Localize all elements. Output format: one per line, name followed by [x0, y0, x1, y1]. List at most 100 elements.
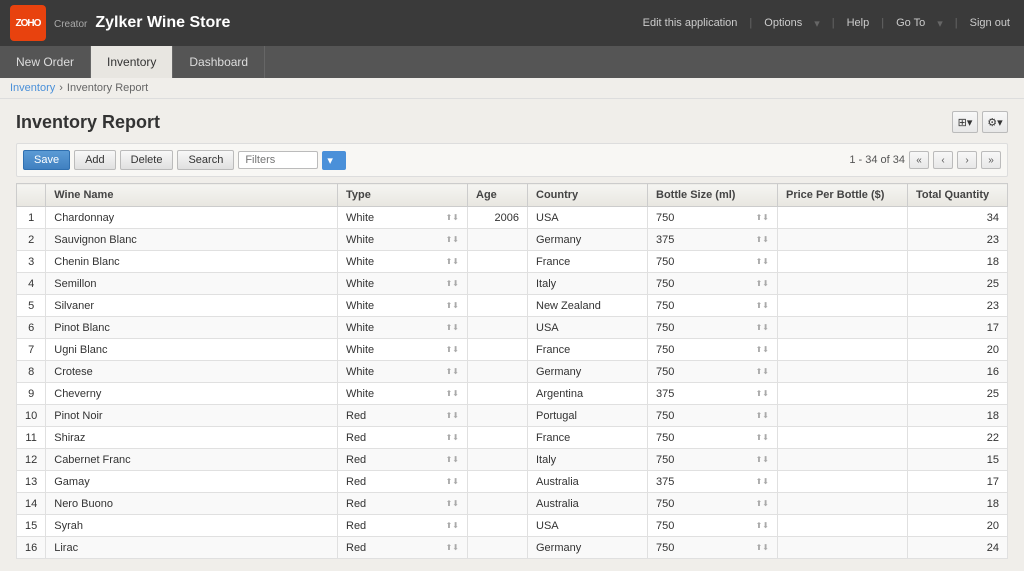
col-header-price: Price Per Bottle ($): [778, 184, 908, 207]
row-country: France: [528, 427, 648, 449]
creator-label: Creator: [54, 19, 87, 30]
app-title: Zylker Wine Store: [95, 14, 230, 32]
row-type: Red⬆⬇: [338, 471, 468, 493]
options-menu[interactable]: Options: [760, 15, 806, 31]
table-row: 4SemillonWhite⬆⬇Italy750⬆⬇25: [17, 273, 1008, 295]
row-type: White⬆⬇: [338, 273, 468, 295]
filter-dropdown[interactable]: ▾: [322, 151, 346, 170]
nav-item-new-order[interactable]: New Order: [0, 46, 91, 78]
row-country: USA: [528, 207, 648, 229]
row-country: Germany: [528, 537, 648, 559]
next-page-btn[interactable]: ›: [957, 151, 977, 169]
pagination-info: 1 - 34 of 34: [849, 154, 905, 166]
row-num: 6: [17, 317, 46, 339]
table-row: 8CroteseWhite⬆⬇Germany750⬆⬇16: [17, 361, 1008, 383]
row-qty: 25: [908, 273, 1008, 295]
row-qty: 24: [908, 537, 1008, 559]
go-to-menu[interactable]: Go To: [892, 15, 929, 31]
row-price: [778, 427, 908, 449]
row-age: 2006: [468, 207, 528, 229]
delete-button[interactable]: Delete: [120, 150, 174, 170]
report-header: Inventory Report ⊞▾ ⚙▾: [16, 111, 1008, 133]
app-info: Creator: [54, 17, 87, 30]
row-bottle-size: 750⬆⬇: [648, 405, 778, 427]
row-wine-name: Pinot Blanc: [46, 317, 338, 339]
row-bottle-size: 750⬆⬇: [648, 251, 778, 273]
row-wine-name: Cheverny: [46, 383, 338, 405]
row-bottle-size: 375⬆⬇: [648, 383, 778, 405]
table-row: 3Chenin BlancWhite⬆⬇France750⬆⬇18: [17, 251, 1008, 273]
search-button[interactable]: Search: [177, 150, 234, 170]
row-num: 2: [17, 229, 46, 251]
row-bottle-size: 750⬆⬇: [648, 449, 778, 471]
row-wine-name: Pinot Noir: [46, 405, 338, 427]
row-age: [468, 383, 528, 405]
row-country: Germany: [528, 229, 648, 251]
row-age: [468, 251, 528, 273]
col-header-age: Age: [468, 184, 528, 207]
row-price: [778, 471, 908, 493]
col-header-num: [17, 184, 46, 207]
nav-item-dashboard[interactable]: Dashboard: [173, 46, 265, 78]
row-bottle-size: 750⬆⬇: [648, 515, 778, 537]
row-num: 11: [17, 427, 46, 449]
pagination: 1 - 34 of 34 « ‹ › »: [849, 151, 1001, 169]
row-bottle-size: 750⬆⬇: [648, 427, 778, 449]
col-header-bottle: Bottle Size (ml): [648, 184, 778, 207]
row-country: Italy: [528, 449, 648, 471]
table-row: 5SilvanerWhite⬆⬇New Zealand750⬆⬇23: [17, 295, 1008, 317]
row-price: [778, 251, 908, 273]
col-header-wine-name: Wine Name: [46, 184, 338, 207]
row-age: [468, 449, 528, 471]
sign-out-link[interactable]: Sign out: [966, 15, 1014, 31]
help-menu[interactable]: Help: [843, 15, 874, 31]
row-country: Argentina: [528, 383, 648, 405]
row-type: White⬆⬇: [338, 317, 468, 339]
last-page-btn[interactable]: »: [981, 151, 1001, 169]
row-num: 4: [17, 273, 46, 295]
breadcrumb-inventory[interactable]: Inventory: [10, 82, 55, 94]
row-wine-name: Lirac: [46, 537, 338, 559]
table-row: 6Pinot BlancWhite⬆⬇USA750⬆⬇17: [17, 317, 1008, 339]
content-area: Inventory Report ⊞▾ ⚙▾ Save Add Delete S…: [0, 99, 1024, 571]
filter-input[interactable]: [238, 151, 318, 169]
row-age: [468, 317, 528, 339]
save-button[interactable]: Save: [23, 150, 70, 170]
row-country: New Zealand: [528, 295, 648, 317]
row-age: [468, 471, 528, 493]
row-country: Italy: [528, 273, 648, 295]
row-qty: 15: [908, 449, 1008, 471]
nav-item-inventory[interactable]: Inventory: [91, 46, 173, 78]
table-row: 11ShirazRed⬆⬇France750⬆⬇22: [17, 427, 1008, 449]
row-qty: 16: [908, 361, 1008, 383]
col-header-type: Type: [338, 184, 468, 207]
grid-view-btn[interactable]: ⊞▾: [952, 111, 978, 133]
row-age: [468, 295, 528, 317]
breadcrumb: Inventory › Inventory Report: [0, 78, 1024, 99]
table-row: 9ChevernyWhite⬆⬇Argentina375⬆⬇25: [17, 383, 1008, 405]
toolbar: Save Add Delete Search ▾ 1 - 34 of 34 « …: [16, 143, 1008, 177]
top-nav-right: Edit this application | Options ▾ | Help…: [639, 15, 1014, 32]
row-type: Red⬆⬇: [338, 537, 468, 559]
prev-page-btn[interactable]: ‹: [933, 151, 953, 169]
first-page-btn[interactable]: «: [909, 151, 929, 169]
row-age: [468, 405, 528, 427]
add-button[interactable]: Add: [74, 150, 116, 170]
col-header-country: Country: [528, 184, 648, 207]
row-type: White⬆⬇: [338, 295, 468, 317]
row-num: 5: [17, 295, 46, 317]
row-qty: 34: [908, 207, 1008, 229]
zoho-logo: ZOHO: [10, 5, 46, 41]
row-country: Australia: [528, 471, 648, 493]
row-type: White⬆⬇: [338, 229, 468, 251]
row-wine-name: Crotese: [46, 361, 338, 383]
row-bottle-size: 375⬆⬇: [648, 471, 778, 493]
row-bottle-size: 375⬆⬇: [648, 229, 778, 251]
row-type: White⬆⬇: [338, 251, 468, 273]
edit-app-link[interactable]: Edit this application: [639, 15, 742, 31]
row-price: [778, 537, 908, 559]
row-wine-name: Gamay: [46, 471, 338, 493]
row-age: [468, 361, 528, 383]
row-age: [468, 537, 528, 559]
settings-btn[interactable]: ⚙▾: [982, 111, 1008, 133]
